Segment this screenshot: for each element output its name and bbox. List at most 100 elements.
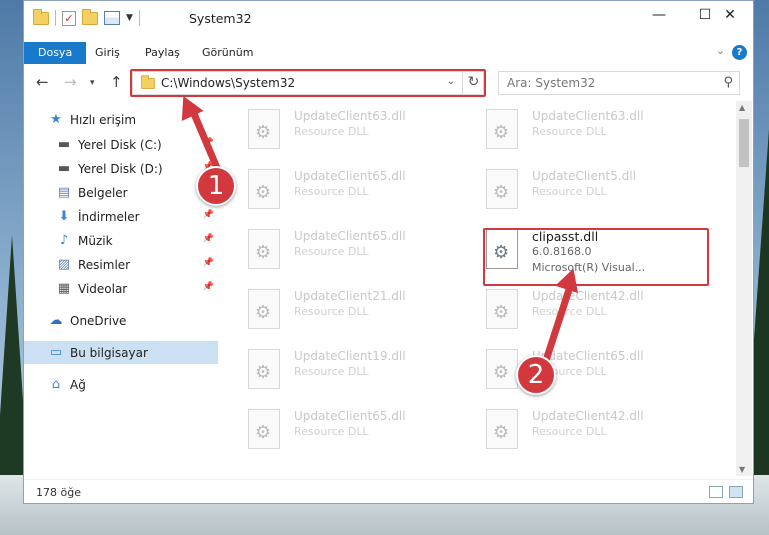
document-icon: ▤	[57, 184, 71, 200]
file-item[interactable]: UpdateClient65.dllResource DLL	[222, 163, 452, 215]
file-name: UpdateClient63.dll	[294, 109, 406, 123]
file-item[interactable]: UpdateClient19.dll Resource DLL	[222, 343, 452, 395]
sidebar-item-label: Yerel Disk (C:)	[78, 137, 162, 152]
dll-file-icon	[486, 349, 518, 389]
file-name: UpdateClient21.dll	[294, 289, 406, 303]
help-icon[interactable]: ?	[732, 45, 747, 60]
file-item[interactable]: UpdateClient65.dllResource DLL	[222, 223, 452, 275]
sidebar-item-label: Yerel Disk (D:)	[78, 161, 163, 176]
sidebar-item-label: İndirmeler	[78, 209, 140, 224]
pin-icon[interactable]: 📌	[203, 258, 214, 268]
minimize-button[interactable]: —	[636, 1, 682, 31]
item-count: 178 öğe	[36, 486, 81, 499]
details-view-icon[interactable]	[709, 486, 723, 498]
dll-file-icon	[486, 169, 518, 209]
file-description: Resource DLL	[294, 125, 369, 138]
file-item[interactable]: UpdateClient63.dll Resource DLL	[460, 103, 690, 155]
large-icons-view-icon[interactable]	[729, 486, 743, 498]
view-options-icon[interactable]	[104, 11, 120, 25]
sidebar-item[interactable]: ▬Yerel Disk (C:)📌	[24, 133, 218, 156]
navigation-bar: ← → ▾ ↑ C:\Windows\System32 ⌄ ↻ Ara: Sys…	[24, 68, 753, 98]
file-name: UpdateClient42.dll	[532, 409, 644, 423]
new-folder-icon[interactable]	[82, 8, 98, 25]
video-icon: ▦	[57, 280, 71, 296]
ribbon-expand-icon[interactable]: ⌄	[716, 44, 725, 57]
dll-file-icon	[486, 109, 518, 149]
sidebar-item[interactable]: ☁ OneDrive	[24, 309, 218, 332]
dll-file-icon	[248, 289, 280, 329]
pin-icon[interactable]: 📌	[203, 210, 214, 220]
scroll-down-icon[interactable]: ▼	[739, 465, 745, 474]
dll-file-icon	[248, 409, 280, 449]
file-name: UpdateClient42.dll	[532, 289, 644, 303]
tab-share[interactable]: Paylaş	[145, 42, 180, 64]
search-input[interactable]: Ara: System32 ⚲	[498, 71, 740, 95]
step-badge-1: 1	[196, 166, 236, 206]
file-highlight-box	[483, 228, 709, 286]
properties-check-icon[interactable]: ✓	[62, 10, 76, 26]
sidebar-item-label: Videolar	[78, 281, 128, 296]
file-description: Resource DLL	[294, 245, 369, 258]
sidebar-item-label: Müzik	[78, 233, 113, 248]
scroll-up-icon[interactable]: ▲	[739, 103, 745, 112]
search-icon[interactable]: ⚲	[723, 75, 733, 90]
back-arrow-icon[interactable]: ←	[36, 73, 49, 91]
sidebar-item-label: Ağ	[70, 377, 86, 392]
sidebar-item-label: Hızlı erişim	[70, 112, 137, 127]
file-description: Resource DLL	[532, 305, 607, 318]
pin-icon[interactable]: 📌	[203, 234, 214, 244]
tab-file[interactable]: Dosya	[24, 42, 87, 64]
sidebar-item[interactable]: ♪ Müzik 📌	[24, 229, 218, 252]
file-description: Resource DLL	[532, 425, 607, 438]
status-bar: 178 öğe	[24, 479, 753, 503]
folder-icon	[33, 8, 49, 25]
explorer-window: ✓ ▼ System32 — ☐ ✕ Dosya Giriş Paylaş Gö…	[23, 0, 754, 504]
file-item[interactable]: UpdateClient21.dll Resource DLL	[222, 283, 452, 335]
sidebar-item[interactable]: ▭ Bu bilgisayar	[24, 341, 218, 364]
file-item[interactable]: UpdateClient5.dll Resource DLL	[460, 163, 690, 215]
file-item[interactable]: UpdateClient42.dll Resource DLL	[460, 403, 690, 455]
pictures-icon: ▨	[57, 256, 71, 272]
sidebar-item-label: Bu bilgisayar	[70, 345, 148, 360]
ribbon-tabs: Dosya Giriş Paylaş Görünüm ⌄ ?	[24, 42, 753, 64]
file-name: UpdateClient19.dll	[294, 349, 406, 363]
forward-arrow-icon[interactable]: →	[64, 73, 77, 91]
dll-file-icon	[248, 349, 280, 389]
drive-icon: ▬	[57, 136, 71, 152]
drive-icon: ▬	[57, 160, 71, 176]
sidebar-item[interactable]: ⬇ İndirmeler 📌	[24, 205, 218, 228]
vertical-scrollbar[interactable]: ▲ ▼	[736, 101, 752, 476]
file-item[interactable]: UpdateClient65.dllResource DLL	[460, 343, 690, 395]
sidebar-item[interactable]: ▦ Videolar 📌	[24, 277, 218, 300]
sidebar-item[interactable]: ▨ Resimler 📌	[24, 253, 218, 276]
sidebar-item[interactable]: ⌂ Ağ	[24, 373, 218, 396]
star-icon: ★	[50, 111, 62, 127]
sidebar-item-label: Resimler	[78, 257, 131, 272]
scroll-thumb[interactable]	[739, 119, 749, 167]
title-bar: ✓ ▼ System32 — ☐ ✕	[24, 1, 753, 35]
file-item[interactable]: UpdateClient65.dllResource DLL	[222, 403, 452, 455]
dll-file-icon	[248, 229, 280, 269]
cloud-icon: ☁	[49, 312, 63, 328]
file-name: UpdateClient63.dll	[532, 109, 644, 123]
dll-file-icon	[486, 289, 518, 329]
chevron-down-icon[interactable]: ▼	[126, 13, 133, 23]
close-button[interactable]: ✕	[707, 1, 753, 31]
sidebar-item[interactable]: ▬Yerel Disk (D:)📌	[24, 157, 218, 180]
address-highlight-box	[130, 69, 486, 97]
sidebar-item[interactable]: ▤Belgeler📌	[24, 181, 218, 204]
music-icon: ♪	[59, 232, 69, 248]
download-icon: ⬇	[58, 208, 70, 224]
recent-dropdown-icon[interactable]: ▾	[90, 78, 95, 88]
tab-home[interactable]: Giriş	[95, 42, 120, 64]
computer-icon: ▭	[49, 344, 63, 360]
quick-access-toolbar: ✓ ▼	[33, 8, 140, 26]
network-icon: ⌂	[51, 376, 61, 392]
pin-icon[interactable]: 📌	[203, 282, 214, 292]
tab-view[interactable]: Görünüm	[202, 42, 253, 64]
window-title: System32	[189, 11, 252, 26]
file-item[interactable]: UpdateClient63.dll Resource DLL	[222, 103, 452, 155]
up-arrow-icon[interactable]: ↑	[110, 73, 123, 91]
file-name: UpdateClient5.dll	[532, 169, 636, 183]
sidebar-item-label: Belgeler	[78, 185, 128, 200]
